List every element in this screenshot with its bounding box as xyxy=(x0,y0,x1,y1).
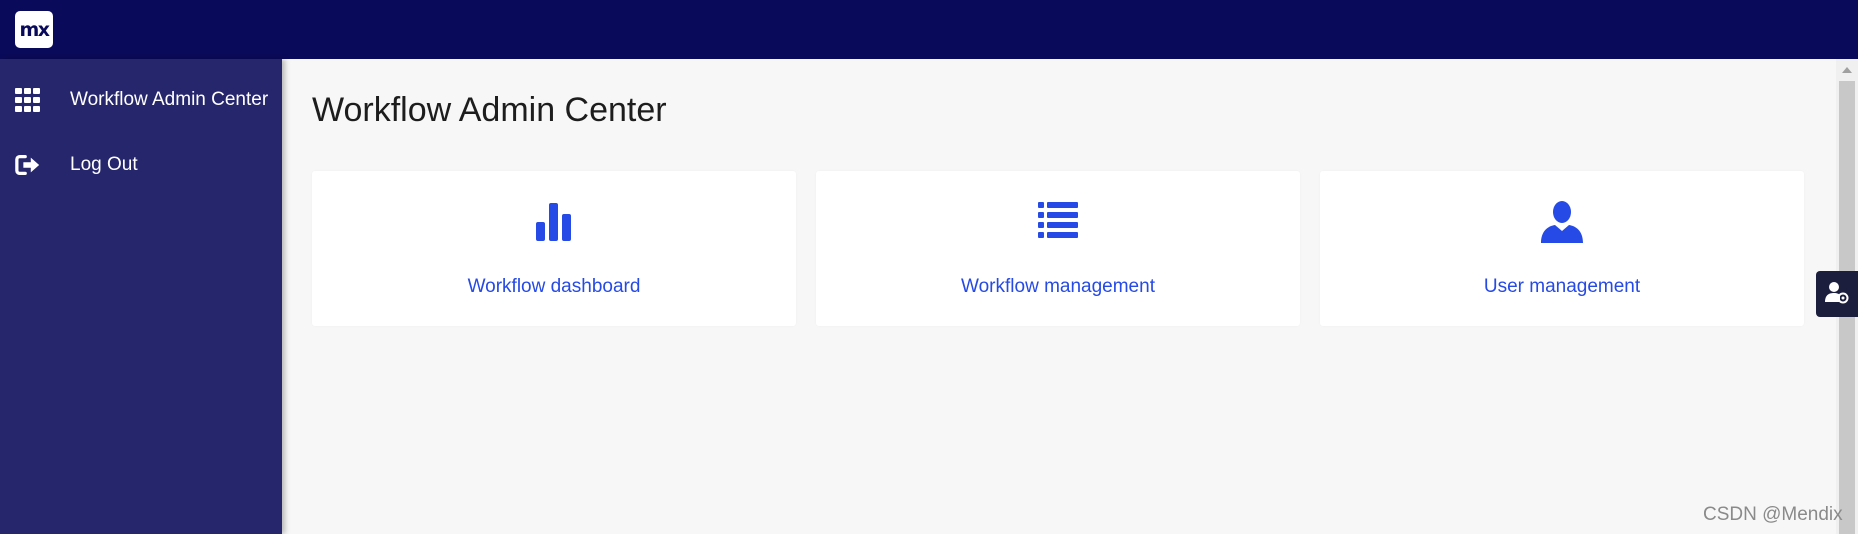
grid-icon xyxy=(15,87,41,113)
mendix-logo[interactable]: mx xyxy=(15,11,53,48)
logout-icon xyxy=(15,152,41,178)
watermark: CSDN @Mendix xyxy=(1703,504,1843,525)
card-workflow-dashboard[interactable]: Workflow dashboard xyxy=(312,171,796,326)
card-label: Workflow dashboard xyxy=(467,276,641,297)
user-icon xyxy=(1320,201,1804,245)
card-label: User management xyxy=(1483,276,1641,297)
page-title: Workflow Admin Center xyxy=(312,91,667,129)
main-content: Workflow Admin Center Workflow dashboard xyxy=(282,59,1836,534)
sidebar-item-workflow-admin-center[interactable]: Workflow Admin Center xyxy=(0,75,282,125)
logo-text: mx xyxy=(19,18,50,41)
user-settings-icon xyxy=(1825,280,1849,309)
sidebar-item-label: Workflow Admin Center xyxy=(70,89,269,110)
card-label: Workflow management xyxy=(961,276,1155,297)
top-bar: mx xyxy=(0,0,1858,59)
user-settings-button[interactable] xyxy=(1816,271,1858,317)
card-user-management[interactable]: User management xyxy=(1320,171,1804,326)
card-workflow-management[interactable]: Workflow management xyxy=(816,171,1300,326)
list-icon xyxy=(816,201,1300,245)
scroll-up-arrow-icon[interactable] xyxy=(1842,67,1852,73)
sidebar-item-label: Log Out xyxy=(70,154,138,175)
sidebar: Workflow Admin Center Log Out xyxy=(0,59,282,534)
bar-chart-icon xyxy=(312,201,796,245)
sidebar-item-log-out[interactable]: Log Out xyxy=(0,140,282,190)
